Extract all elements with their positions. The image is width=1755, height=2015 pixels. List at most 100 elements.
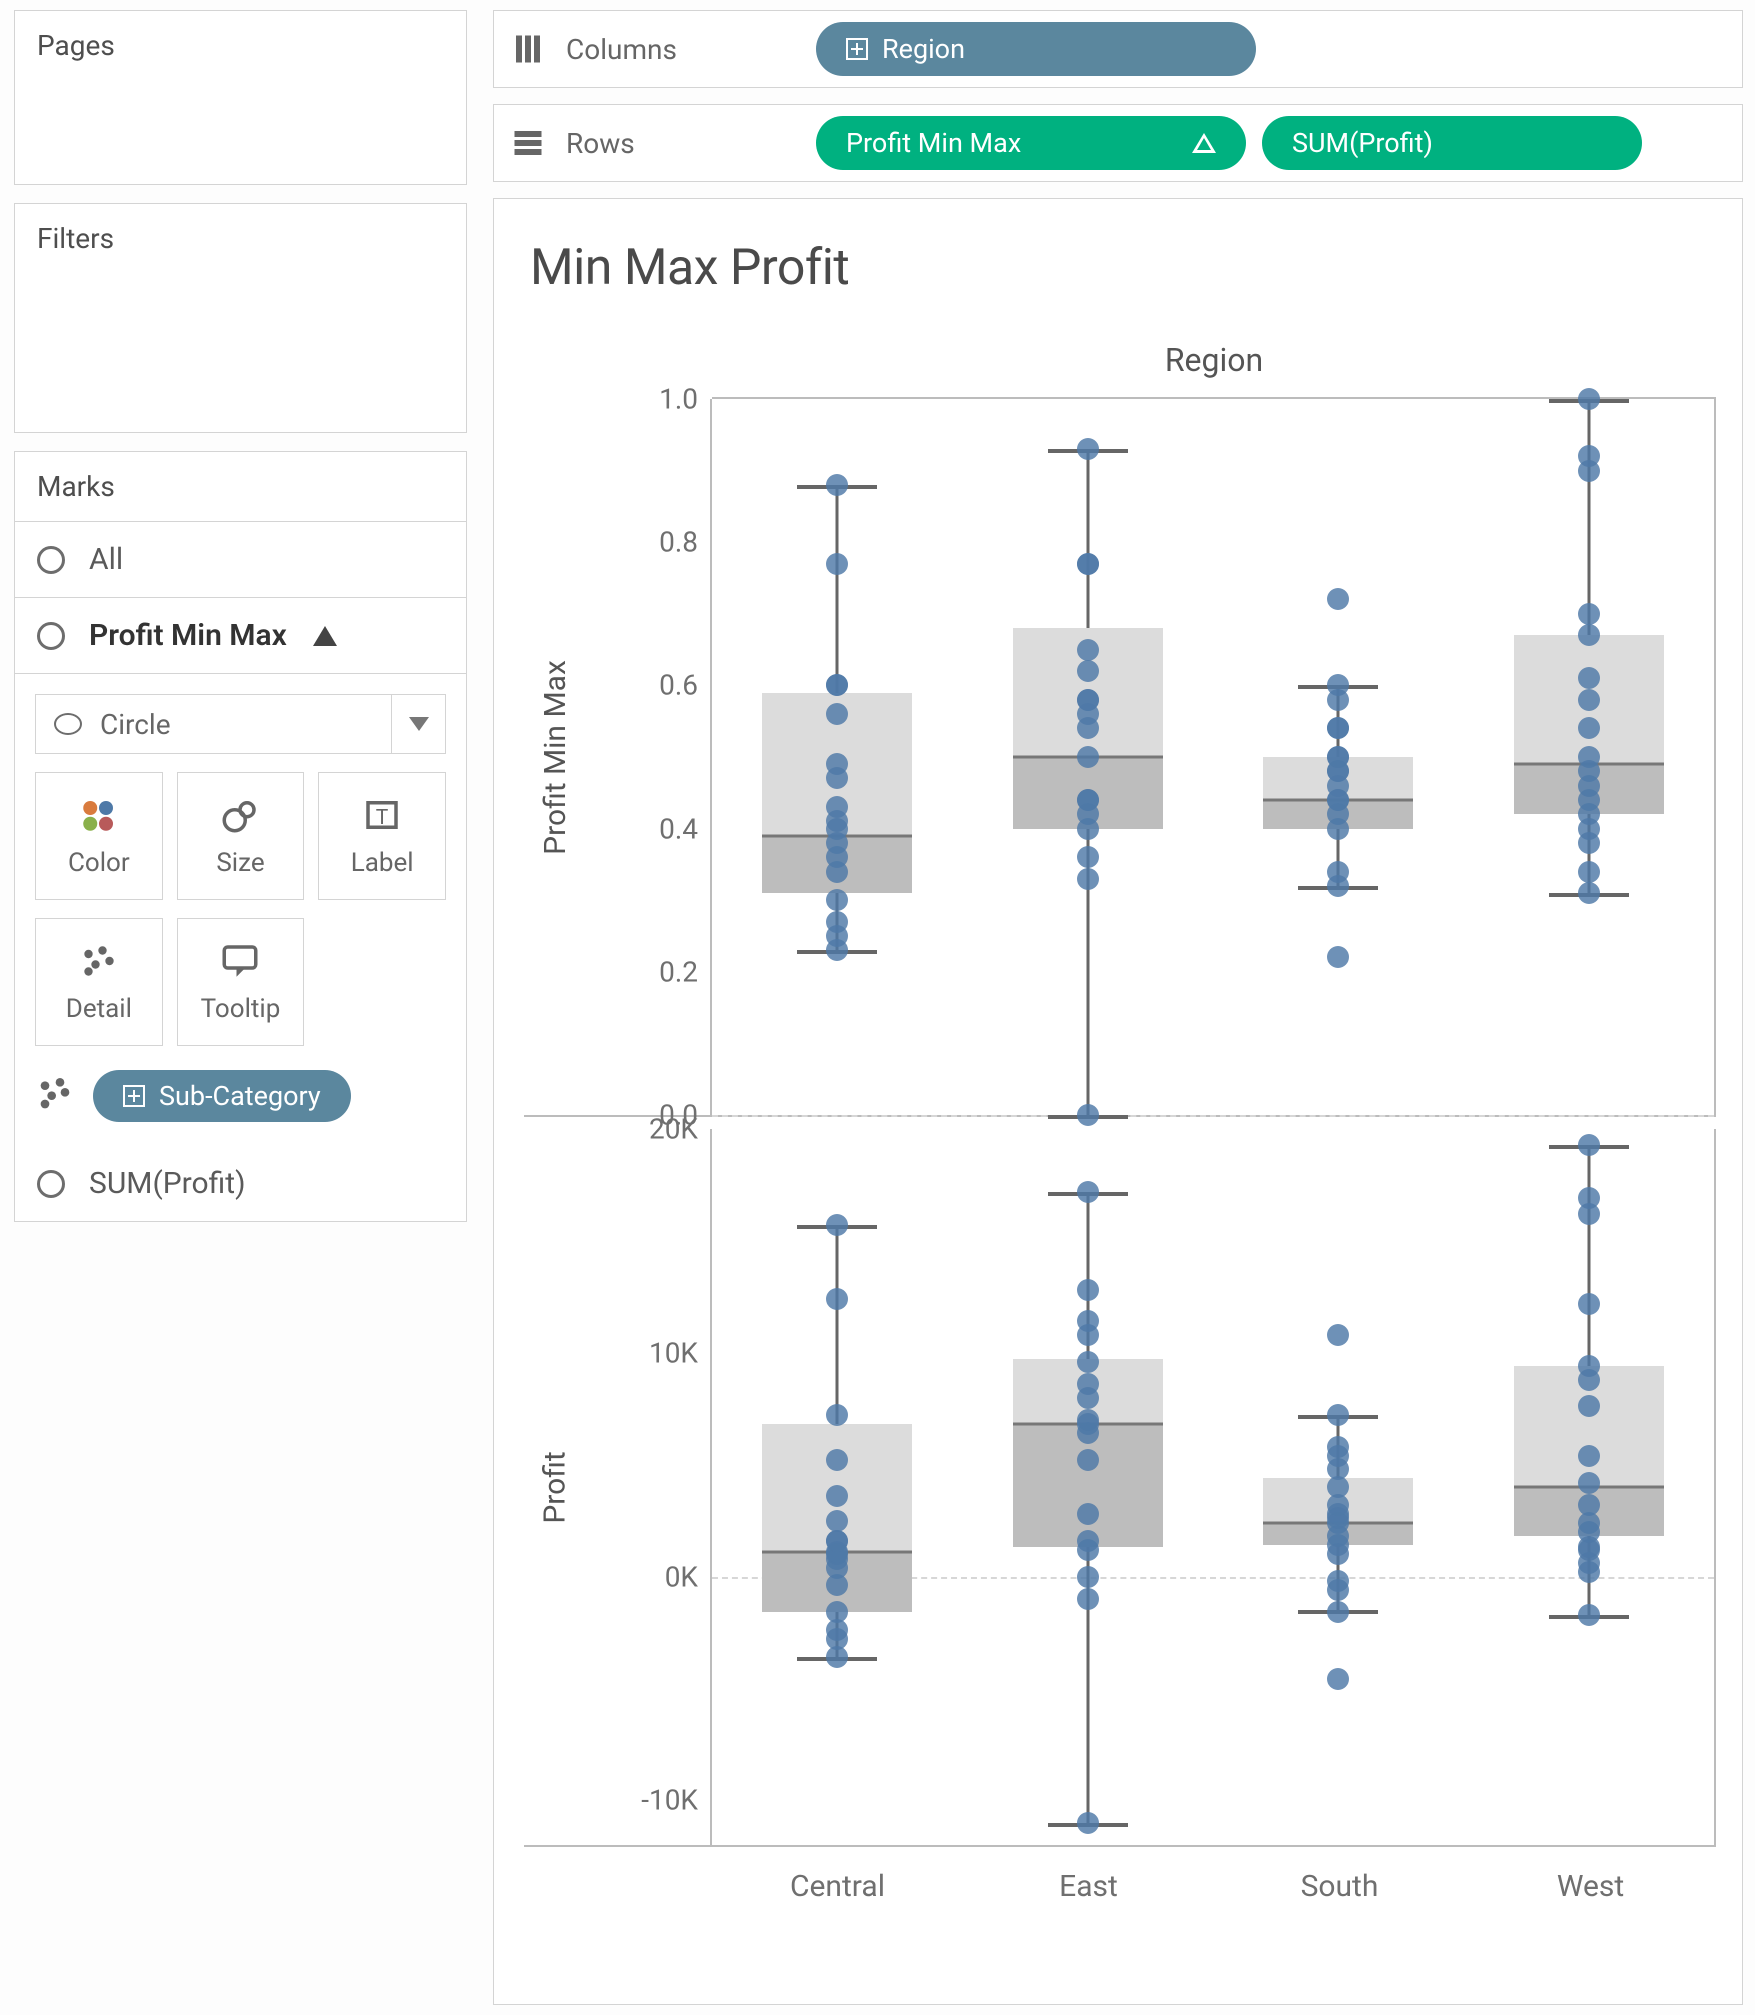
data-point[interactable] — [1578, 603, 1600, 625]
data-point[interactable] — [1077, 1279, 1099, 1301]
pages-shelf[interactable]: Pages — [14, 10, 467, 185]
data-point[interactable] — [1578, 1472, 1600, 1494]
rows-pill-sum-profit[interactable]: SUM(Profit) — [1262, 116, 1642, 170]
data-point[interactable] — [1578, 717, 1600, 739]
data-point[interactable] — [1077, 1409, 1099, 1431]
data-point[interactable] — [1578, 1293, 1600, 1315]
data-point[interactable] — [1077, 1449, 1099, 1471]
data-point[interactable] — [826, 1530, 848, 1552]
mark-type-select[interactable]: Circle — [35, 694, 446, 754]
data-point[interactable] — [1077, 868, 1099, 890]
data-point[interactable] — [826, 703, 848, 725]
data-point[interactable] — [1327, 1436, 1349, 1458]
data-point[interactable] — [826, 1485, 848, 1507]
tooltip-icon — [219, 940, 261, 982]
chart-panel-profit-min-max[interactable]: Profit Min Max0.00.20.40.60.81.0 — [524, 399, 1716, 1117]
data-point[interactable] — [1578, 689, 1600, 711]
data-point[interactable] — [826, 1510, 848, 1532]
columns-pill-region[interactable]: Region — [816, 22, 1256, 76]
data-point[interactable] — [1578, 861, 1600, 883]
data-point[interactable] — [826, 1601, 848, 1623]
data-point[interactable] — [1327, 1324, 1349, 1346]
data-point[interactable] — [1327, 588, 1349, 610]
data-point[interactable] — [826, 553, 848, 575]
data-point[interactable] — [826, 753, 848, 775]
marks-layer-sum-profit[interactable]: SUM(Profit) — [15, 1146, 466, 1221]
data-point[interactable] — [826, 911, 848, 933]
data-point[interactable] — [1327, 746, 1349, 768]
data-point[interactable] — [1327, 1601, 1349, 1623]
boxplot-east[interactable] — [963, 1129, 1214, 1845]
visualization: Min Max Profit Region Profit Min Max0.00… — [493, 198, 1743, 2005]
boxplot-central[interactable] — [712, 1129, 963, 1845]
data-point[interactable] — [826, 1404, 848, 1426]
data-point[interactable] — [826, 674, 848, 696]
rows-shelf[interactable]: Rows Profit Min Max SUM(Profit) — [493, 104, 1743, 182]
marks-layer-all[interactable]: All — [15, 522, 466, 598]
data-point[interactable] — [826, 1449, 848, 1471]
boxplot-south[interactable] — [1213, 1129, 1464, 1845]
detail-pill-subcategory[interactable]: Sub-Category — [93, 1070, 351, 1122]
data-point[interactable] — [1578, 1445, 1600, 1467]
data-point[interactable] — [1077, 438, 1099, 460]
dropdown-button[interactable] — [391, 695, 445, 753]
data-point[interactable] — [826, 1214, 848, 1236]
data-point[interactable] — [1077, 1566, 1099, 1588]
marks-layer-profit-min-max[interactable]: Profit Min Max — [15, 598, 466, 674]
data-point[interactable] — [1327, 674, 1349, 696]
filters-shelf[interactable]: Filters — [14, 203, 467, 433]
data-point[interactable] — [1327, 1668, 1349, 1690]
data-point[interactable] — [1077, 1530, 1099, 1552]
marks-tooltip-button[interactable]: Tooltip — [177, 918, 305, 1046]
data-point[interactable] — [826, 1288, 848, 1310]
data-point[interactable] — [1578, 1355, 1600, 1377]
marks-color-button[interactable]: Color — [35, 772, 163, 900]
data-point[interactable] — [1578, 445, 1600, 467]
chart-panel-profit[interactable]: Profit-10K0K10K20K — [524, 1129, 1716, 1847]
data-point[interactable] — [1077, 746, 1099, 768]
data-point[interactable] — [1578, 1494, 1600, 1516]
data-point[interactable] — [1077, 1503, 1099, 1525]
marks-detail-button[interactable]: Detail — [35, 918, 163, 1046]
data-point[interactable] — [1077, 1104, 1099, 1126]
data-point[interactable] — [1578, 1187, 1600, 1209]
boxplot-central[interactable] — [712, 399, 963, 1115]
data-point[interactable] — [1077, 1812, 1099, 1834]
marks-size-button[interactable]: Size — [177, 772, 305, 900]
data-point[interactable] — [1578, 1604, 1600, 1626]
data-point[interactable] — [1327, 946, 1349, 968]
data-point[interactable] — [826, 796, 848, 818]
data-point[interactable] — [1077, 1588, 1099, 1610]
circle-icon — [37, 546, 65, 574]
data-point[interactable] — [1077, 846, 1099, 868]
data-point[interactable] — [1077, 639, 1099, 661]
data-point[interactable] — [1077, 689, 1099, 711]
data-point[interactable] — [1077, 660, 1099, 682]
boxplot-south[interactable] — [1213, 399, 1464, 1115]
data-point[interactable] — [1578, 624, 1600, 646]
data-point[interactable] — [1327, 1570, 1349, 1592]
data-point[interactable] — [1578, 1134, 1600, 1156]
boxplot-west[interactable] — [1464, 1129, 1715, 1845]
data-point[interactable] — [1578, 1395, 1600, 1417]
data-point[interactable] — [1077, 1181, 1099, 1203]
data-point[interactable] — [1327, 1404, 1349, 1426]
data-point[interactable] — [1077, 553, 1099, 575]
data-point[interactable] — [826, 889, 848, 911]
columns-shelf[interactable]: Columns Region — [493, 10, 1743, 88]
data-point[interactable] — [1327, 861, 1349, 883]
data-point[interactable] — [1077, 1351, 1099, 1373]
data-point[interactable] — [1578, 667, 1600, 689]
data-point[interactable] — [1327, 717, 1349, 739]
data-point[interactable] — [826, 474, 848, 496]
data-point[interactable] — [1077, 789, 1099, 811]
data-point[interactable] — [1578, 746, 1600, 768]
data-point[interactable] — [1077, 1373, 1099, 1395]
boxplot-east[interactable] — [963, 399, 1214, 1115]
data-point[interactable] — [1578, 388, 1600, 410]
data-point[interactable] — [1077, 1310, 1099, 1332]
marks-label-button[interactable]: T Label — [318, 772, 446, 900]
boxplot-west[interactable] — [1464, 399, 1715, 1115]
rows-pill-profit-min-max[interactable]: Profit Min Max — [816, 116, 1246, 170]
data-point[interactable] — [1578, 882, 1600, 904]
